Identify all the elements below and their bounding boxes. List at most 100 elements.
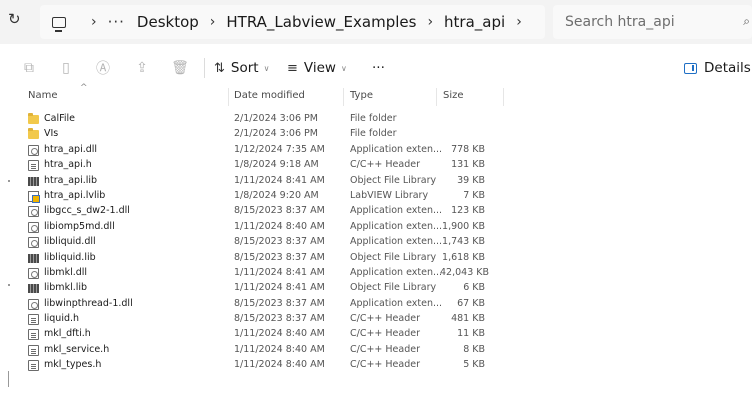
file-size: 1,743 KB	[442, 236, 485, 248]
lib-file-icon	[28, 283, 39, 295]
folder-icon	[28, 128, 39, 140]
column-divider[interactable]	[228, 88, 229, 106]
file-row[interactable]: libwinpthread-1.dll 8/15/2023 8:37 AM Appl…	[0, 297, 752, 312]
breadcrumb-overflow[interactable]: ···	[108, 13, 125, 31]
file-name: liquid.h	[44, 313, 80, 325]
file-type: Application exten...	[350, 266, 443, 278]
file-date-modified: 1/11/2024 8:40 AM	[234, 359, 325, 371]
file-date-modified: 1/8/2024 9:20 AM	[234, 189, 319, 201]
copy-icon[interactable]: ⧉	[21, 60, 37, 76]
dll-file-icon	[28, 221, 39, 233]
chevron-right-icon[interactable]: ›	[91, 14, 97, 30]
file-size: 8 KB	[463, 343, 485, 355]
file-type: C/C++ Header	[350, 159, 420, 171]
search-icon[interactable]: ⌕	[743, 14, 750, 29]
breadcrumb-htra-labview-examples[interactable]: HTRA_Labview_Examples	[226, 13, 416, 31]
view-button[interactable]: ≡ View ∨	[287, 57, 347, 79]
header-file-icon	[28, 160, 39, 172]
file-type: C/C++ Header	[350, 313, 420, 325]
file-row[interactable]: libliquid.lib 8/15/2023 8:37 AM Object Fil…	[0, 251, 752, 266]
chevron-right-icon[interactable]: ›	[427, 14, 433, 30]
column-header-name[interactable]: Name	[28, 90, 58, 106]
file-name: libgcc_s_dw2-1.dll	[44, 205, 130, 217]
file-row[interactable]: libmkl.lib 1/11/2024 8:41 AM Object File L…	[0, 281, 752, 296]
file-row[interactable]: libliquid.dll 8/15/2023 8:37 AM Applicatio…	[0, 235, 752, 250]
file-size: 778 KB	[451, 143, 485, 155]
file-row[interactable]: mkl_dfti.h 1/11/2024 8:40 AM C/C++ Header 1…	[0, 327, 752, 342]
file-type: File folder	[350, 113, 397, 124]
rename-icon[interactable]: Ⓐ	[95, 60, 111, 77]
column-header-size[interactable]: Size	[443, 90, 464, 106]
dll-file-icon	[28, 206, 39, 218]
column-header-type[interactable]: Type	[350, 90, 373, 106]
sort-ascending-icon: ^	[80, 83, 88, 93]
nav-pane-edge-mark	[8, 180, 10, 182]
file-date-modified: 8/15/2023 8:37 AM	[234, 205, 325, 217]
details-pane-icon	[684, 62, 697, 74]
address-bar[interactable]: › ··· Desktop › HTRA_Labview_Examples › …	[40, 5, 545, 39]
search-box[interactable]: ⌕	[553, 5, 752, 39]
column-header-date-modified[interactable]: Date modified	[234, 90, 305, 106]
file-row[interactable]: mkl_types.h 1/11/2024 8:40 AM C/C++ Header…	[0, 358, 752, 373]
file-type: C/C++ Header	[350, 328, 420, 340]
dll-file-icon	[28, 144, 39, 156]
file-row[interactable]: htra_api.lvlib 1/8/2024 9:20 AM LabVIEW Li…	[0, 189, 752, 204]
lib-file-icon	[28, 175, 39, 187]
file-size: 1,618 KB	[442, 251, 485, 263]
header-file-icon	[28, 314, 39, 326]
file-row[interactable]: htra_api.dll 1/12/2024 7:35 AM Application…	[0, 143, 752, 158]
file-date-modified: 1/11/2024 8:41 AM	[234, 266, 325, 278]
search-input[interactable]	[565, 14, 725, 30]
file-date-modified: 8/15/2023 8:37 AM	[234, 236, 325, 248]
chevron-right-icon[interactable]: ›	[516, 14, 522, 30]
file-name: VIs	[44, 128, 59, 140]
this-pc-icon[interactable]	[52, 16, 66, 32]
share-icon[interactable]: ⇪	[134, 60, 150, 76]
more-icon: ···	[372, 60, 385, 76]
breadcrumb-desktop[interactable]: Desktop	[137, 13, 199, 31]
file-type: Object File Library	[350, 282, 437, 294]
details-button[interactable]: Details	[684, 57, 751, 79]
file-date-modified: 1/11/2024 8:41 AM	[234, 174, 325, 186]
file-date-modified: 2/1/2024 3:06 PM	[234, 128, 318, 140]
chevron-right-icon[interactable]: ›	[210, 14, 216, 30]
file-row[interactable]: libmkl.dll 1/11/2024 8:41 AM Application e…	[0, 266, 752, 281]
chevron-down-icon: ∨	[340, 63, 347, 73]
toolbar-divider	[204, 58, 205, 78]
labview-library-icon	[28, 190, 40, 203]
delete-icon[interactable]: 🗑	[171, 60, 189, 76]
more-options-button[interactable]: ···	[372, 57, 385, 79]
file-type: Object File Library	[350, 174, 437, 186]
file-date-modified: 1/8/2024 9:18 AM	[234, 159, 319, 171]
file-row[interactable]: libiomp5md.dll 1/11/2024 8:40 AM Applicati…	[0, 220, 752, 235]
refresh-icon[interactable]: ↻	[8, 10, 28, 32]
file-type: Application exten...	[350, 236, 443, 248]
file-date-modified: 1/11/2024 8:40 AM	[234, 343, 325, 355]
file-size: 39 KB	[457, 174, 485, 186]
file-type: File folder	[350, 128, 397, 140]
file-date-modified: 1/11/2024 8:41 AM	[234, 282, 325, 294]
column-divider[interactable]	[343, 88, 344, 106]
column-divider[interactable]	[503, 88, 504, 106]
file-row[interactable]: htra_api.h 1/8/2024 9:18 AM C/C++ Header 13…	[0, 158, 752, 173]
file-row[interactable]: CalFile 2/1/2024 3:06 PM File folder	[0, 112, 752, 127]
file-name: htra_api.dll	[44, 143, 98, 155]
file-size: 131 KB	[451, 159, 485, 171]
paste-icon[interactable]: ▯	[58, 60, 74, 76]
file-name: libwinpthread-1.dll	[44, 297, 133, 309]
sort-button[interactable]: ⇅ Sort ∨	[214, 57, 269, 79]
breadcrumb-htra-api[interactable]: htra_api	[444, 13, 505, 31]
file-row[interactable]: htra_api.lib 1/11/2024 8:41 AM Object File…	[0, 174, 752, 189]
file-row[interactable]: libgcc_s_dw2-1.dll 8/15/2023 8:37 AM Appli…	[0, 204, 752, 219]
file-date-modified: 2/1/2024 3:06 PM	[234, 113, 318, 124]
column-divider[interactable]	[436, 88, 437, 106]
sort-label: Sort	[230, 60, 259, 76]
file-size: 6 KB	[463, 282, 485, 294]
file-name: libliquid.dll	[44, 236, 96, 248]
file-row[interactable]: mkl_service.h 1/11/2024 8:40 AM C/C++ Head…	[0, 343, 752, 358]
file-type: C/C++ Header	[350, 359, 420, 371]
header-file-icon	[28, 329, 39, 341]
file-row[interactable]: VIs 2/1/2024 3:06 PM File folder	[0, 127, 752, 142]
file-row[interactable]: liquid.h 8/15/2023 8:37 AM C/C++ Header 481…	[0, 312, 752, 327]
details-label: Details	[704, 60, 751, 76]
